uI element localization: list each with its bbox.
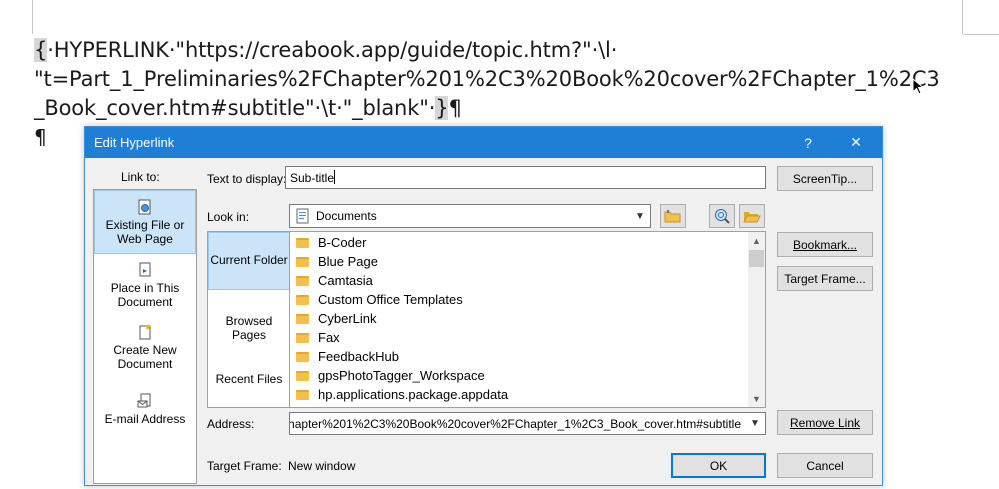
page-corner-left [32, 0, 33, 34]
field-code-line: "t=Part_1_Preliminaries%2FChapter%201%2C… [34, 67, 940, 91]
browse-file-button[interactable] [739, 204, 765, 228]
file-list-scrollbar[interactable]: ▲ ▼ [748, 232, 765, 407]
address-value: aries%2FChapter%201%2C3%20Book%20cover%2… [289, 417, 741, 431]
folder-icon [296, 332, 309, 343]
chevron-down-icon[interactable]: ▼ [630, 205, 650, 227]
dialog-titlebar[interactable]: Edit Hyperlink ? ✕ [85, 127, 882, 158]
text-to-display-value: Sub-title [290, 171, 335, 185]
documents-folder-icon [296, 208, 309, 224]
file-name: FeedbackHub [318, 349, 399, 364]
field-brace: } [435, 96, 449, 120]
folder-icon [296, 370, 309, 381]
file-name: hp.applications.package.appdata [318, 387, 509, 402]
folder-icon [296, 313, 309, 324]
browse-web-button[interactable] [709, 204, 735, 228]
look-in-value: Documents [316, 209, 377, 223]
envelope-icon [137, 393, 151, 408]
link-to-label: Link to: [121, 170, 160, 184]
text-to-display-label: Text to display: [207, 172, 287, 186]
field-brace: { [34, 38, 48, 62]
link-to-item-label: Existing File or Web Page [105, 218, 185, 246]
folder-icon [296, 256, 309, 267]
remove-link-button-label: Remove Link [789, 415, 861, 430]
file-name: Custom Office Templates [318, 292, 463, 307]
file-name: B-Coder [318, 235, 367, 250]
remove-link-button[interactable]: Remove Link [777, 410, 873, 435]
open-folder-icon [743, 212, 761, 223]
dialog-title: Edit Hyperlink [94, 135, 175, 150]
file-name: Camtasia [318, 273, 373, 288]
list-item[interactable]: Blue Page [296, 252, 378, 271]
page-corner-right [962, 0, 963, 34]
list-item[interactable]: Camtasia [296, 271, 373, 290]
folder-icon [296, 237, 309, 248]
place-recent-files[interactable]: Recent Files [208, 372, 290, 390]
document-place-icon [139, 262, 151, 277]
folder-icon [296, 351, 309, 362]
link-to-item-label: Create New Document [113, 343, 177, 371]
cancel-button[interactable]: Cancel [777, 453, 873, 478]
ok-button[interactable]: OK [671, 453, 766, 478]
look-in-label: Look in: [207, 210, 250, 224]
globe-file-icon [138, 199, 151, 215]
list-item[interactable]: CyberLink [296, 309, 377, 328]
file-list[interactable]: B-Coder Blue Page Camtasia Custom Office… [289, 231, 766, 408]
link-to-item-label: E-mail Address [104, 412, 186, 426]
mouse-pointer-icon [912, 78, 925, 95]
link-to-place-in-document[interactable]: Place in This Document [94, 262, 196, 316]
folder-icon [296, 389, 309, 400]
link-to-item-label: Place in This Document [110, 281, 180, 309]
hyperlink-field-code[interactable]: {·HYPERLINK·"https://creabook.app/guide/… [34, 36, 974, 123]
bookmark-button-label: Bookmark... [792, 237, 858, 252]
new-document-icon [139, 324, 151, 340]
file-name: Fax [318, 330, 340, 345]
place-browsed-pages[interactable]: Browsed Pages [208, 314, 290, 342]
browse-web-icon [715, 209, 730, 224]
list-item[interactable]: Custom Office Templates [296, 290, 463, 309]
screentip-button[interactable]: ScreenTip... [777, 166, 873, 191]
chevron-down-icon[interactable]: ▼ [745, 413, 765, 434]
bookmark-button[interactable]: Bookmark... [777, 232, 873, 257]
link-to-existing-file[interactable]: Existing File or Web Page [94, 190, 196, 254]
folder-icon [296, 294, 309, 305]
list-item[interactable]: hp.applications.package.appdata [296, 385, 508, 404]
help-button[interactable]: ? [785, 127, 831, 158]
list-item[interactable]: Fax [296, 328, 340, 347]
text-to-display-input[interactable]: Sub-title [285, 166, 766, 189]
field-code-line: {·HYPERLINK·"https://creabook.app/guide/… [34, 38, 618, 62]
link-to-panel: Existing File or Web Page Place in This … [93, 189, 197, 484]
file-name: Blue Page [318, 254, 378, 269]
target-frame-button[interactable]: Target Frame... [777, 266, 873, 291]
address-label: Address: [207, 417, 255, 431]
list-item[interactable]: gpsPhotoTagger_Workspace [296, 366, 485, 385]
scroll-down-icon[interactable]: ▼ [748, 390, 765, 407]
paragraph-mark: ¶ [34, 125, 47, 149]
places-panel: Current Folder Browsed Pages Recent File… [207, 231, 291, 408]
link-to-email-address[interactable]: E-mail Address [94, 393, 196, 433]
address-input[interactable]: aries%2FChapter%201%2C3%20Book%20cover%2… [289, 412, 766, 435]
target-frame-label: Target Frame: [207, 459, 282, 473]
list-item[interactable]: B-Coder [296, 233, 366, 252]
text-caret [334, 170, 336, 184]
field-code-line: _Book_cover.htm#subtitle"·\t·"_blank"·}¶ [34, 96, 462, 120]
look-in-dropdown[interactable]: Documents ▼ [289, 204, 651, 228]
scroll-thumb[interactable] [749, 250, 764, 267]
link-to-create-new[interactable]: Create New Document [94, 324, 196, 378]
target-frame-value: New window [288, 459, 356, 473]
file-name: gpsPhotoTagger_Workspace [318, 368, 485, 383]
folder-icon [296, 275, 309, 286]
file-name: CyberLink [318, 311, 377, 326]
scroll-up-icon[interactable]: ▲ [748, 232, 765, 249]
edit-hyperlink-dialog: Edit Hyperlink ? ✕ Link to: Existing Fil… [84, 126, 883, 486]
list-item[interactable]: FeedbackHub [296, 347, 399, 366]
page-corner-right-h [963, 34, 999, 35]
close-button[interactable]: ✕ [833, 127, 879, 158]
place-current-folder[interactable]: Current Folder [208, 232, 290, 290]
up-one-folder-button[interactable] [660, 204, 686, 228]
folder-up-icon [664, 210, 681, 223]
